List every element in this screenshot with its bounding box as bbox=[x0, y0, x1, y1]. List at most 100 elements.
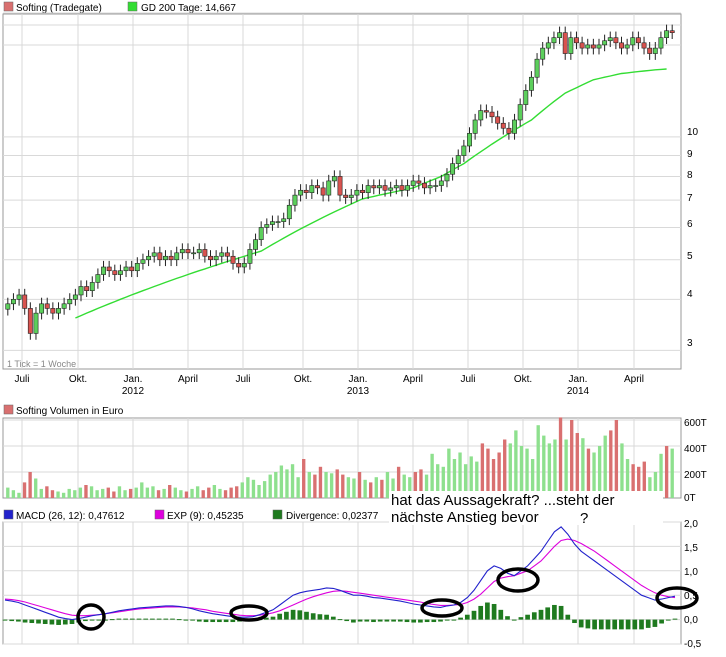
divergence-bar bbox=[518, 617, 524, 620]
divergence-bar bbox=[498, 609, 504, 620]
candle-body bbox=[84, 286, 90, 291]
divergence-bar bbox=[310, 613, 316, 620]
macd-legend: MACD (26, 12): 0,47612 EXP (9): 0,45235 … bbox=[3, 509, 379, 522]
volume-bar bbox=[156, 490, 161, 498]
divergence-bar bbox=[371, 619, 376, 623]
candle-body bbox=[641, 42, 647, 49]
x-tick-juli-2013: Juli bbox=[460, 374, 475, 385]
divergence-bar bbox=[364, 619, 370, 622]
candle-body bbox=[151, 252, 157, 257]
divergence-bar bbox=[129, 618, 135, 620]
volume-bar bbox=[240, 482, 244, 498]
divergence-bar bbox=[525, 614, 530, 620]
divergence-bar bbox=[471, 610, 477, 620]
candle-body bbox=[134, 263, 140, 272]
volume-bar bbox=[73, 490, 77, 498]
divergence-bar bbox=[598, 619, 604, 630]
volume-bar bbox=[184, 491, 189, 498]
candle-body bbox=[337, 176, 343, 196]
x-tick-okt-2013: Okt. bbox=[514, 374, 532, 385]
x-year-2012: 2012 bbox=[122, 386, 145, 397]
candle-body bbox=[236, 263, 242, 268]
divergence-bar bbox=[136, 618, 142, 620]
candle-body bbox=[455, 155, 461, 164]
volume-bar bbox=[553, 439, 557, 498]
volume-bar bbox=[106, 487, 110, 498]
candle-body bbox=[320, 187, 326, 196]
candle-body bbox=[410, 180, 416, 186]
volume-bar bbox=[17, 492, 21, 498]
volume-bar bbox=[575, 433, 579, 498]
volume-bar bbox=[503, 439, 507, 498]
candle-body bbox=[399, 185, 405, 191]
candle-body bbox=[106, 266, 112, 272]
divergence-bar bbox=[270, 616, 276, 620]
divergence-bar bbox=[36, 619, 41, 624]
candle-body bbox=[405, 185, 411, 191]
candle-body bbox=[376, 185, 382, 189]
volume-bar bbox=[352, 478, 356, 498]
volume-bar bbox=[50, 490, 55, 498]
candle-body bbox=[551, 37, 557, 44]
x-tick-okt-2012: Okt. bbox=[294, 374, 312, 385]
volume-bar bbox=[145, 487, 150, 498]
divergence-bar bbox=[210, 619, 216, 623]
divergence-bar bbox=[384, 619, 390, 622]
volume-bar bbox=[190, 488, 194, 498]
divergence-bar bbox=[665, 619, 671, 621]
divergence-bar bbox=[431, 619, 437, 623]
vol-tick-0: 0T bbox=[684, 493, 696, 504]
legend-exp-label: EXP (9): 0,45235 bbox=[167, 511, 244, 522]
divergence-bar bbox=[639, 619, 644, 630]
volume-legend: Softing Volumen in Euro bbox=[3, 404, 124, 417]
x-tick-april-2013: April bbox=[403, 374, 423, 385]
candle-body bbox=[590, 44, 596, 49]
divergence-bar bbox=[83, 619, 88, 622]
candle-body bbox=[56, 308, 61, 314]
candle-body bbox=[326, 180, 332, 196]
candle-body bbox=[33, 312, 39, 334]
candle-body bbox=[388, 187, 394, 191]
candle-body bbox=[50, 308, 56, 314]
candle-body bbox=[253, 239, 258, 250]
volume-bar bbox=[514, 430, 518, 498]
candle-body bbox=[517, 104, 523, 121]
candle-body bbox=[117, 270, 123, 275]
divergence-bar bbox=[203, 619, 209, 623]
annotation-text-line1: hat das Aussagekraft? ...steht der bbox=[391, 492, 614, 509]
candle-body bbox=[450, 163, 456, 175]
volume-bar bbox=[168, 485, 172, 498]
candle-body bbox=[534, 58, 540, 78]
candle-body bbox=[585, 44, 591, 49]
candle-body bbox=[129, 266, 135, 272]
vol-tick-400: 400T bbox=[684, 444, 707, 455]
candle-body bbox=[298, 189, 304, 196]
volume-bar bbox=[162, 488, 166, 498]
divergence-bar bbox=[619, 619, 624, 630]
divergence-bar bbox=[491, 603, 497, 620]
legend-swatch-exp bbox=[154, 509, 165, 520]
divergence-bar bbox=[572, 619, 577, 624]
volume-bar bbox=[45, 486, 49, 498]
divergence-bar bbox=[458, 617, 463, 620]
vol-tick-600: 600T bbox=[684, 418, 707, 429]
candle-body bbox=[433, 185, 439, 187]
candle-body bbox=[438, 180, 444, 186]
candle-body bbox=[72, 294, 78, 300]
volume-bar bbox=[486, 448, 490, 498]
candle-body bbox=[444, 173, 450, 182]
candle-body bbox=[286, 204, 292, 220]
volume-bar bbox=[324, 472, 328, 498]
volume-bar bbox=[84, 485, 88, 498]
divergence-bar bbox=[42, 619, 48, 624]
divergence-bar bbox=[411, 619, 417, 623]
candle-body bbox=[568, 37, 574, 54]
divergence-bar bbox=[451, 619, 457, 621]
divergence-bar bbox=[464, 614, 470, 620]
volume-bar bbox=[480, 443, 485, 498]
divergence-bar bbox=[351, 619, 356, 623]
y-tick-7: 7 bbox=[687, 193, 693, 204]
chart-stage: Softing (Tradegate) GD 200 Tage: 14,667 … bbox=[0, 0, 726, 652]
divergence-bar bbox=[116, 618, 122, 620]
candle-body bbox=[557, 32, 563, 38]
